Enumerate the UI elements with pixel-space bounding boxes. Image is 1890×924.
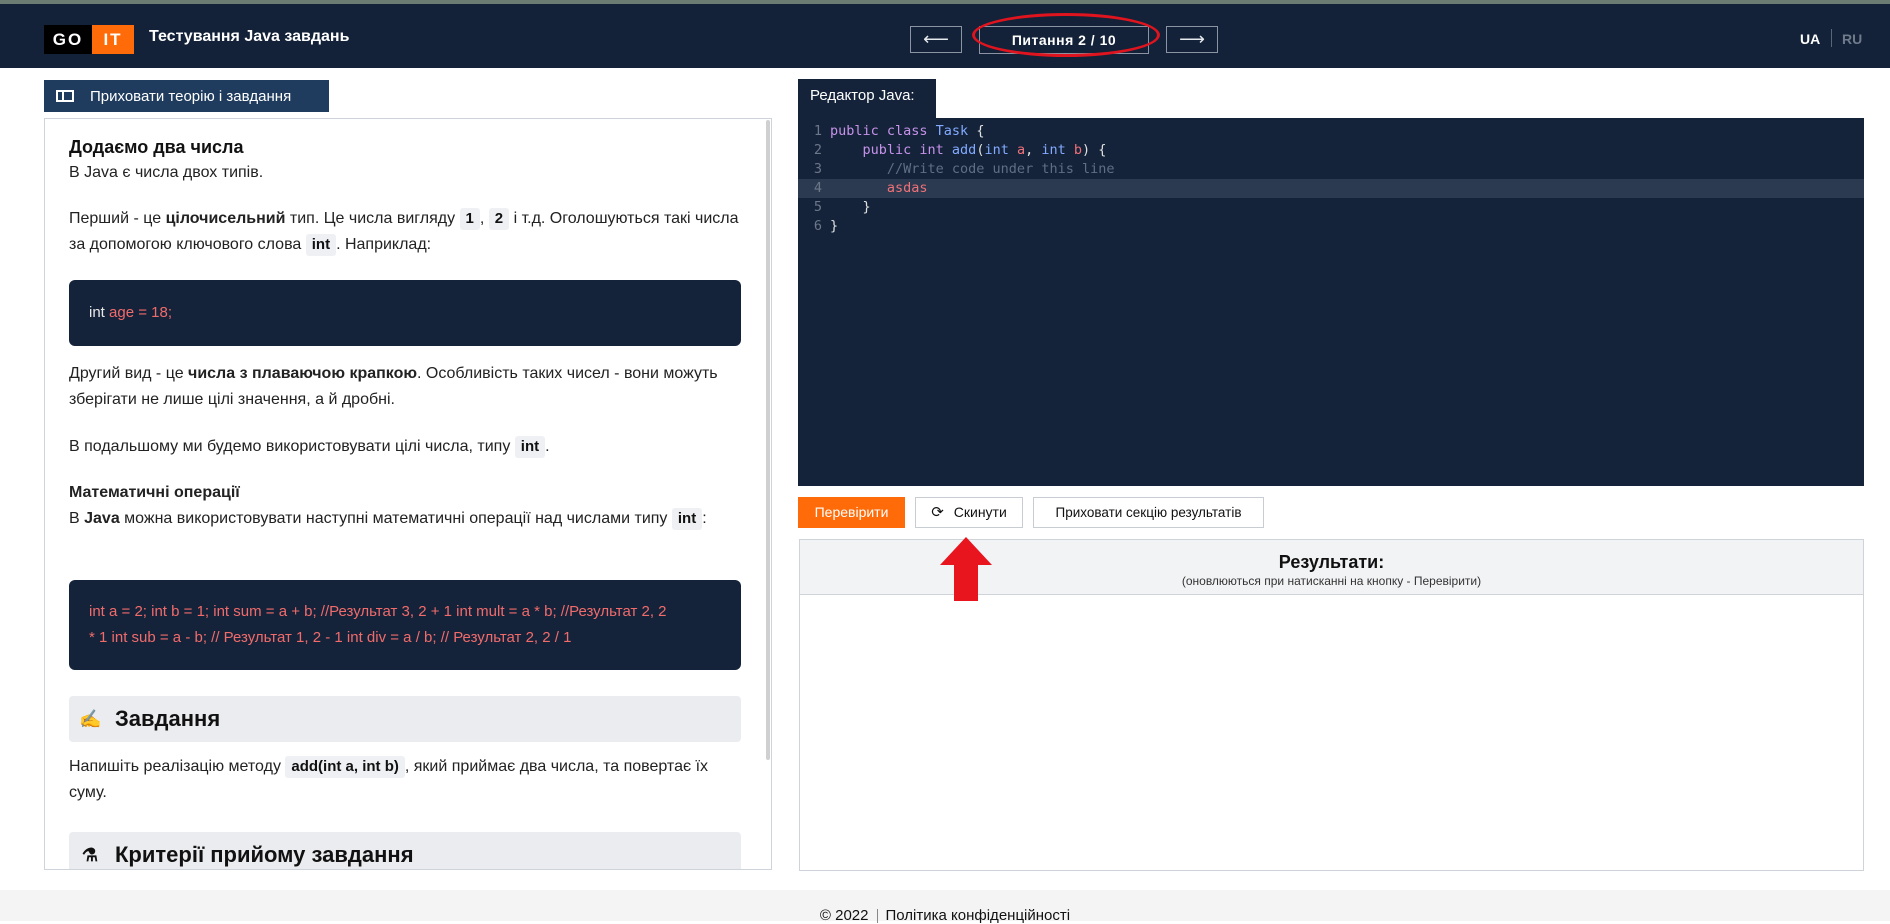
bold-text: цілочисельний (165, 210, 286, 227)
bold-text: числа з плаваючою крапкою (188, 365, 418, 382)
next-question-button[interactable]: ⟶ (1166, 26, 1218, 53)
reset-label: Скинути (953, 504, 1007, 520)
footer-text: © 2022 Політика конфіденційності (0, 907, 1890, 924)
prev-question-button[interactable]: ⟵ (910, 26, 962, 53)
line-number: 1 (813, 123, 822, 139)
inline-code: add(int a, int b) (285, 756, 405, 778)
line-number: 4 (813, 180, 822, 196)
text: можна використовувати наступні математич… (119, 510, 672, 527)
line-number: 3 (813, 161, 822, 177)
theory-panel[interactable]: Додаємо два числа В Java є числа двох ти… (44, 118, 772, 870)
refresh-icon: ⟳ (931, 504, 944, 521)
code-text: age = 18; (104, 304, 172, 321)
privacy-link[interactable]: Політика конфіденційності (886, 907, 1071, 924)
hammer-icon: ✍ (79, 708, 102, 729)
flask-icon: ⚗ (81, 844, 99, 865)
theory-paragraph-1: Перший - це цілочисельний тип. Це числа … (69, 206, 741, 258)
text: тип. Це числа вигляду (285, 210, 460, 227)
app-title: Тестування Java завдань (149, 28, 350, 45)
theory-scrollbar[interactable] (766, 120, 770, 760)
line-number: 6 (813, 218, 822, 234)
hide-theory-label: Приховати теорію і завдання (90, 87, 292, 105)
code-line-1: 1 public class Task { (798, 122, 1864, 141)
red-annotation-arrow (940, 537, 992, 601)
code-line-6: 6} (798, 217, 1864, 236)
code-example-2: int a = 2; int b = 1; int sum = a + b; /… (69, 580, 741, 670)
header-bar: GO IT Тестування Java завдань ⟵ Питання … (0, 4, 1890, 68)
logo-go: GO (44, 25, 92, 54)
theory-intro: В Java є числа двох типів. (69, 164, 264, 181)
code-keyword: int (89, 304, 105, 321)
lang-divider (1831, 29, 1832, 47)
text: . (545, 438, 550, 455)
check-button[interactable]: Перевірити (798, 497, 905, 528)
line-number: 2 (813, 142, 822, 158)
criteria-section-header: ⚗ Критерії прийому завдання (69, 832, 741, 869)
text: Перший - це (69, 210, 166, 227)
theory-title: Додаємо два числа (69, 137, 244, 157)
text: , (479, 210, 489, 227)
reset-button[interactable]: ⟳ Скинути (915, 497, 1023, 528)
code-editor[interactable]: 1 public class Task { 2 public int add(in… (798, 118, 1864, 486)
hide-theory-button[interactable]: Приховати теорію і завдання (44, 80, 329, 112)
code-line-2: 2 public int add(int a, int b) { (798, 141, 1864, 160)
code-example-1: int age = 18; (69, 280, 741, 346)
code-line-5: 5 } (798, 198, 1864, 217)
inline-code: int (671, 508, 703, 530)
hide-results-button[interactable]: Приховати секцію результатів (1033, 497, 1264, 528)
inline-code: int (305, 234, 337, 256)
code-line: * 1 int sub = a - b; // Результат 1, 2 -… (89, 629, 572, 646)
task-section-header: ✍ Завдання (69, 696, 741, 742)
editor-tab[interactable]: Редактор Java: (798, 79, 936, 118)
task-paragraph: Напишіть реалізацію методу add(int a, in… (69, 754, 741, 806)
arrow-right-icon: ⟶ (1179, 29, 1205, 49)
code-line: int a = 2; int b = 1; int sum = a + b; /… (89, 603, 667, 620)
lang-ua-link[interactable]: UA (1800, 31, 1820, 47)
task-heading: Завдання (115, 706, 221, 731)
lang-ru-link[interactable]: RU (1842, 31, 1862, 47)
criteria-heading: Критерії прийому завдання (115, 842, 414, 867)
ops-title: Математичні операції (69, 484, 240, 501)
bold-text: Java (84, 510, 120, 527)
ops-paragraph: В Java можна використовувати наступні ма… (69, 506, 741, 532)
text: В подальшому ми будемо використовувати ц… (69, 438, 515, 455)
line-number: 5 (813, 199, 822, 215)
footer: © 2022 Політика конфіденційності (0, 890, 1890, 924)
copyright: © 2022 (819, 907, 869, 924)
theory-paragraph-3: В подальшому ми будемо використовувати ц… (69, 434, 741, 460)
text: Напишіть реалізацію методу (69, 758, 286, 775)
text: Другий вид - це (69, 365, 189, 382)
question-counter: Питання 2 / 10 (979, 26, 1149, 54)
sidebar-toggle-icon (56, 90, 74, 102)
text: . Наприклад: (336, 236, 432, 253)
code-line-4: 4 asdas (798, 179, 1864, 198)
text: : (702, 510, 707, 527)
arrow-left-icon: ⟵ (923, 29, 949, 49)
text: В (69, 510, 85, 527)
code-line-3: 3 //Write code under this line (798, 160, 1864, 179)
theory-paragraph-2: Другий вид - це числа з плаваючою крапко… (69, 361, 741, 413)
inline-code: int (514, 436, 546, 458)
logo-it: IT (92, 25, 134, 54)
inline-code: 2 (488, 208, 510, 230)
inline-code: 1 (459, 208, 480, 230)
goit-logo[interactable]: GO IT (44, 25, 134, 54)
